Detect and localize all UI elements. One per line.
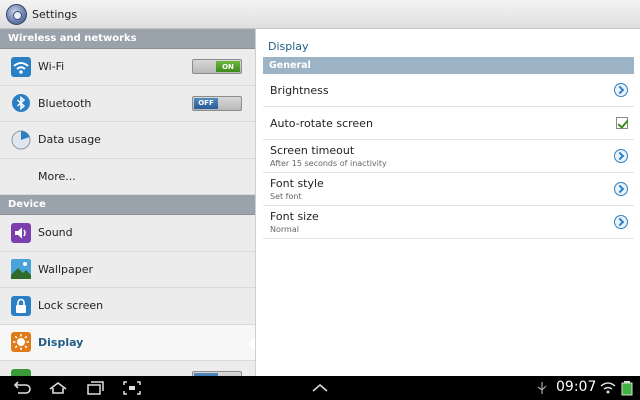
sidebar-item-wifi[interactable]: Wi-Fi ON	[0, 49, 255, 86]
section-header-general: General	[263, 57, 634, 74]
home-icon[interactable]	[48, 380, 68, 396]
bluetooth-toggle-state: OFF	[194, 97, 218, 109]
wifi-signal-icon	[598, 380, 618, 396]
battery-icon	[11, 368, 31, 376]
usb-icon	[532, 380, 552, 396]
sidebar-item-label: More...	[38, 169, 76, 183]
battery-status-icon	[620, 380, 634, 396]
wifi-toggle[interactable]: ON	[192, 59, 242, 75]
wifi-icon	[11, 56, 31, 77]
chevron-up-icon[interactable]	[310, 380, 330, 396]
setting-font-size[interactable]: Font size Normal	[263, 206, 634, 239]
setting-label: Brightness	[270, 83, 329, 97]
section-header-device: Device	[0, 195, 255, 215]
settings-app-icon[interactable]	[6, 3, 27, 25]
display-icon	[11, 332, 31, 353]
setting-label: Screen timeout	[270, 144, 355, 157]
chevron-right-icon[interactable]	[614, 83, 628, 97]
sidebar-item-label: Wi-Fi	[38, 60, 65, 74]
sidebar-item-label: Lock screen	[38, 299, 104, 313]
sidebar-item-more[interactable]: More...	[0, 159, 255, 195]
setting-screen-timeout[interactable]: Screen timeout After 15 seconds of inact…	[263, 140, 634, 173]
sidebar-item-label: Bluetooth	[38, 96, 92, 110]
setting-summary: Normal	[270, 225, 299, 234]
chevron-right-icon[interactable]	[614, 182, 628, 196]
sidebar-item-lock-screen[interactable]: Lock screen	[0, 288, 255, 325]
wifi-toggle-state: ON	[216, 61, 240, 73]
setting-summary: Set font	[270, 192, 302, 201]
setting-brightness[interactable]: Brightness	[263, 74, 634, 107]
sidebar-item-label: Sound	[38, 226, 73, 240]
bluetooth-toggle[interactable]: OFF	[192, 95, 242, 111]
setting-label: Auto-rotate screen	[270, 116, 373, 130]
sidebar-item-sound[interactable]: Sound	[0, 215, 255, 252]
back-icon[interactable]	[12, 380, 32, 396]
sidebar-item-partial[interactable]	[0, 361, 255, 376]
wallpaper-icon	[11, 259, 31, 280]
settings-list-panel: Wireless and networks Wi-Fi ON Bluetooth…	[0, 29, 256, 376]
sidebar-item-label: Wallpaper	[38, 262, 94, 276]
data-usage-icon	[11, 130, 31, 150]
sound-icon	[11, 222, 31, 243]
title-bar: Settings	[0, 0, 640, 29]
sidebar-item-label: Data usage	[38, 133, 101, 147]
system-nav-bar: 09:07	[0, 376, 640, 400]
auto-rotate-checkbox[interactable]	[616, 117, 628, 129]
page-title: Display	[268, 40, 309, 53]
setting-auto-rotate[interactable]: Auto-rotate screen	[263, 107, 634, 140]
setting-label: Font size	[270, 210, 319, 223]
setting-font-style[interactable]: Font style Set font	[263, 173, 634, 206]
sidebar-item-wallpaper[interactable]: Wallpaper	[0, 252, 255, 288]
sidebar-item-display[interactable]: Display	[0, 324, 255, 361]
bluetooth-icon	[11, 93, 31, 113]
status-clock: 09:07	[556, 379, 597, 395]
section-header-wireless: Wireless and networks	[0, 29, 255, 49]
setting-label: Font style	[270, 177, 324, 190]
recent-apps-icon[interactable]	[85, 380, 105, 396]
detail-panel: Display General Brightness Auto-rotate s…	[257, 29, 640, 376]
setting-summary: After 15 seconds of inactivity	[270, 159, 387, 168]
lock-screen-icon	[11, 295, 31, 316]
chevron-right-icon[interactable]	[614, 149, 628, 163]
sidebar-item-data-usage[interactable]: Data usage	[0, 122, 255, 159]
screenshot-icon[interactable]	[122, 380, 142, 396]
sidebar-item-label: Display	[38, 335, 84, 349]
chevron-right-icon[interactable]	[614, 215, 628, 229]
app-title: Settings	[32, 7, 78, 21]
sidebar-item-bluetooth[interactable]: Bluetooth OFF	[0, 86, 255, 122]
